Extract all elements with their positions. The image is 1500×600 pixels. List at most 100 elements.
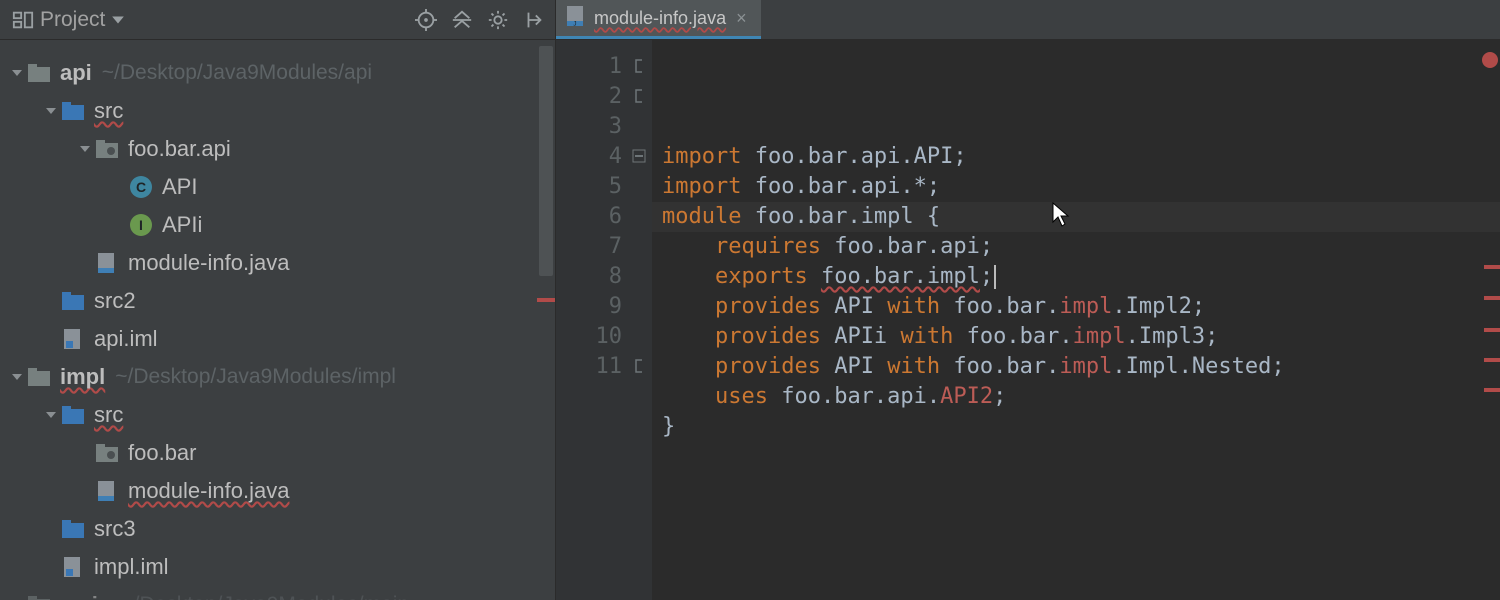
tree-node-label: foo.bar — [128, 440, 197, 466]
code-line[interactable]: provides API with foo.bar.impl.Impl2; — [662, 292, 1500, 322]
error-indicator-icon[interactable] — [1482, 52, 1498, 68]
jfile-icon — [94, 480, 120, 502]
tree-node-impl-src3[interactable]: src3 — [0, 510, 555, 548]
code-line[interactable]: } — [662, 412, 1500, 442]
editor-tabbar: J module-info.java × — [556, 0, 1500, 40]
tree-node-impl-iml[interactable]: impl.iml — [0, 548, 555, 586]
class-icon: C — [128, 176, 154, 198]
line-number[interactable]: 8 — [556, 262, 622, 292]
locate-icon[interactable] — [415, 9, 437, 31]
java-file-icon: J — [566, 5, 586, 32]
tree-node-api-modinfo[interactable]: module-info.java — [0, 244, 555, 282]
collapse-all-icon[interactable] — [451, 9, 473, 31]
tab-label: module-info.java — [594, 8, 726, 29]
tree-node-api-src[interactable]: src — [0, 92, 555, 130]
package-icon — [94, 444, 120, 462]
tree-node-label: src — [94, 402, 123, 428]
project-view-icon[interactable] — [12, 9, 34, 31]
svg-text:J: J — [573, 20, 577, 27]
tree-node-label: module-info.java — [128, 250, 289, 276]
code-area[interactable]: import foo.bar.api.API;import foo.bar.ap… — [652, 40, 1500, 600]
folder-blue-icon — [60, 520, 86, 538]
text-caret — [994, 265, 996, 289]
tree-node-api-iml[interactable]: api.iml — [0, 320, 555, 358]
code-line[interactable]: exports foo.bar.impl; — [662, 262, 1500, 292]
tree-node-label: impl.iml — [94, 554, 169, 580]
tree-node-api-iface[interactable]: I APIi — [0, 206, 555, 244]
tab-module-info[interactable]: J module-info.java × — [556, 0, 761, 39]
line-number[interactable]: 9 — [556, 292, 622, 322]
tree-node-hint: ~/Desktop/Java9Modules/main — [121, 593, 409, 600]
code-line[interactable]: uses foo.bar.api.API2; — [662, 382, 1500, 412]
tree-node-label: impl — [60, 364, 105, 390]
editor-panel: J module-info.java × 1234567891011 impor… — [556, 0, 1500, 600]
code-line[interactable]: requires foo.bar.api; — [662, 232, 1500, 262]
folder-blue-icon — [60, 406, 86, 424]
tree-node-api-mod[interactable]: api ~/Desktop/Java9Modules/api — [0, 54, 555, 92]
iml-icon — [60, 556, 86, 578]
tree-node-label: src2 — [94, 288, 136, 314]
chevron-down-icon[interactable] — [42, 105, 60, 117]
line-number[interactable]: 5 — [556, 172, 622, 202]
chevron-down-icon[interactable] — [8, 67, 26, 79]
folder-blue-icon — [60, 292, 86, 310]
iml-icon — [60, 328, 86, 350]
line-number[interactable]: 4 — [556, 142, 622, 172]
line-number[interactable]: 1 — [556, 52, 622, 82]
project-tree[interactable]: api~/Desktop/Java9Modules/apisrcfoo.bar.… — [0, 40, 555, 600]
tree-node-label: foo.bar.api — [128, 136, 231, 162]
tree-node-impl-pkg[interactable]: foo.bar — [0, 434, 555, 472]
tree-node-main-mod[interactable]: main ~/Desktop/Java9Modules/main — [0, 586, 555, 600]
tree-node-label: api — [60, 60, 92, 86]
line-number[interactable]: 3 — [556, 112, 622, 142]
tree-node-impl-modinfo[interactable]: module-info.java — [0, 472, 555, 510]
code-line[interactable]: provides APIi with foo.bar.impl.Impl3; — [662, 322, 1500, 352]
tree-node-label: module-info.java — [128, 478, 289, 504]
chevron-down-icon[interactable] — [42, 409, 60, 421]
line-number[interactable]: 6 — [556, 202, 622, 232]
tree-node-label: main — [60, 592, 111, 600]
tree-node-label: APIi — [162, 212, 202, 238]
line-number[interactable]: 7 — [556, 232, 622, 262]
close-icon[interactable]: × — [734, 8, 749, 29]
fold-bracket-icon — [632, 352, 646, 366]
line-number[interactable]: 2 — [556, 82, 622, 112]
jfile-icon — [94, 252, 120, 274]
gear-icon[interactable] — [487, 9, 509, 31]
project-tool-window: Project api ~/Desktop/Java9Modules/api src… — [0, 0, 556, 600]
tree-node-hint: ~/Desktop/Java9Modules/impl — [115, 365, 396, 389]
module-icon — [26, 596, 52, 600]
chevron-down-icon[interactable] — [76, 143, 94, 155]
project-scrollbar[interactable] — [539, 46, 553, 566]
code-line[interactable]: module foo.bar.impl { — [662, 202, 1500, 232]
line-number[interactable]: 10 — [556, 322, 622, 352]
tree-node-api-class[interactable]: C API — [0, 168, 555, 206]
tree-node-api-src2[interactable]: src2 — [0, 282, 555, 320]
gutter[interactable]: 1234567891011 — [556, 40, 652, 600]
fold-bracket-icon — [632, 82, 646, 96]
code-line[interactable]: import foo.bar.api.*; — [662, 172, 1500, 202]
tree-node-impl-mod[interactable]: impl ~/Desktop/Java9Modules/impl — [0, 358, 555, 396]
package-icon — [94, 140, 120, 158]
scrollbar-thumb[interactable] — [539, 46, 553, 276]
tree-node-impl-src[interactable]: src — [0, 396, 555, 434]
fold-toggle-icon[interactable] — [632, 142, 646, 156]
folder-blue-icon — [60, 102, 86, 120]
module-icon — [26, 64, 52, 82]
tree-node-hint: ~/Desktop/Java9Modules/api — [102, 61, 372, 85]
project-header: Project — [0, 0, 555, 40]
fold-bracket-icon — [632, 52, 646, 66]
tree-node-label: src — [94, 98, 123, 124]
line-number[interactable]: 11 — [556, 352, 622, 382]
tree-node-api-pkg[interactable]: foo.bar.api — [0, 130, 555, 168]
project-title: Project — [40, 8, 105, 32]
code-line[interactable]: import foo.bar.api.API; — [662, 142, 1500, 172]
tree-node-label: src3 — [94, 516, 136, 542]
code-line[interactable]: provides API with foo.bar.impl.Impl.Nest… — [662, 352, 1500, 382]
hide-icon[interactable] — [523, 9, 545, 31]
chevron-down-icon[interactable] — [111, 9, 125, 31]
editor-body: 1234567891011 import foo.bar.api.API;imp… — [556, 40, 1500, 600]
chevron-down-icon[interactable] — [8, 371, 26, 383]
interface-icon: I — [128, 214, 154, 236]
tree-node-label: API — [162, 174, 197, 200]
